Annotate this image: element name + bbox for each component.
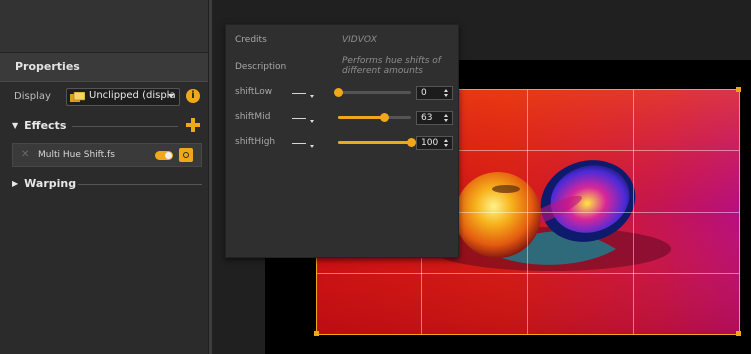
properties-sidebar: Properties Display Unclipped (displa i ▼… (0, 0, 208, 354)
info-icon[interactable]: i (186, 89, 200, 103)
param-label: shiftHigh (235, 137, 276, 147)
display-label: Display (14, 91, 51, 102)
param-value-stepper[interactable]: 0 (416, 86, 453, 100)
effects-section-header[interactable]: ▼ Effects (12, 119, 66, 132)
effect-enabled-toggle[interactable] (155, 151, 173, 160)
add-effect-icon[interactable] (186, 118, 200, 132)
stepper-down-icon[interactable] (444, 119, 448, 122)
slider-thumb[interactable] (407, 138, 416, 147)
stepper-up-icon[interactable] (444, 89, 448, 92)
param-slider[interactable] (334, 88, 411, 97)
param-value-stepper[interactable]: 100 (416, 136, 453, 150)
stepper-down-icon[interactable] (444, 94, 448, 97)
slider-fill (338, 116, 384, 119)
slider-thumb[interactable] (379, 113, 389, 122)
param-label: shiftLow (235, 87, 273, 97)
warping-label: Warping (24, 177, 77, 190)
chevron-down-icon[interactable] (310, 95, 314, 98)
curve-icon (292, 118, 306, 119)
warping-section-header[interactable]: ▶ Warping (12, 177, 76, 190)
param-value: 0 (421, 88, 427, 98)
chevron-down-icon[interactable] (310, 145, 314, 148)
description-label: Description (235, 62, 287, 72)
curve-icon (292, 143, 306, 144)
properties-title: Properties (15, 60, 80, 73)
display-select-value: Unclipped (displa (89, 90, 176, 101)
gear-icon[interactable] (179, 148, 193, 162)
param-slider[interactable] (338, 138, 416, 147)
warping-section-line (78, 184, 202, 185)
effect-item[interactable]: ✕ Multi Hue Shift.fs (12, 143, 202, 167)
effects-label: Effects (24, 119, 67, 132)
chevron-down-icon[interactable] (310, 120, 314, 123)
stepper-down-icon[interactable] (444, 144, 448, 147)
stepper-up-icon[interactable] (444, 114, 448, 117)
description-value: Performs hue shifts of different amounts (342, 56, 441, 76)
effect-name: Multi Hue Shift.fs (38, 150, 115, 160)
stepper-up-icon[interactable] (444, 139, 448, 142)
effect-parameters-panel: Credits VIDVOX Description Performs hue … (225, 24, 459, 258)
resize-handle-bottom-right[interactable] (736, 331, 741, 336)
chevron-down-icon (168, 94, 174, 98)
resize-handle-top-right[interactable] (736, 87, 741, 92)
effects-section-line (72, 126, 178, 127)
layer-icon (70, 92, 85, 102)
expanded-triangle-icon: ▼ (12, 121, 19, 130)
resize-handle-bottom-left[interactable] (314, 331, 319, 336)
sidebar-top-area (0, 0, 208, 53)
collapsed-triangle-icon: ▶ (12, 179, 19, 188)
credits-value: VIDVOX (342, 35, 377, 45)
param-value: 100 (421, 138, 439, 148)
curve-icon (292, 93, 306, 94)
param-label: shiftMid (235, 112, 271, 122)
display-select[interactable]: Unclipped (displa (66, 88, 180, 106)
properties-header: Properties (0, 53, 208, 82)
param-slider[interactable] (338, 113, 411, 122)
credits-label: Credits (235, 35, 267, 45)
slider-fill (338, 141, 411, 144)
param-value-stepper[interactable]: 63 (416, 111, 453, 125)
param-value: 63 (421, 113, 433, 123)
slider-thumb[interactable] (334, 88, 343, 97)
remove-effect-icon[interactable]: ✕ (21, 149, 29, 160)
